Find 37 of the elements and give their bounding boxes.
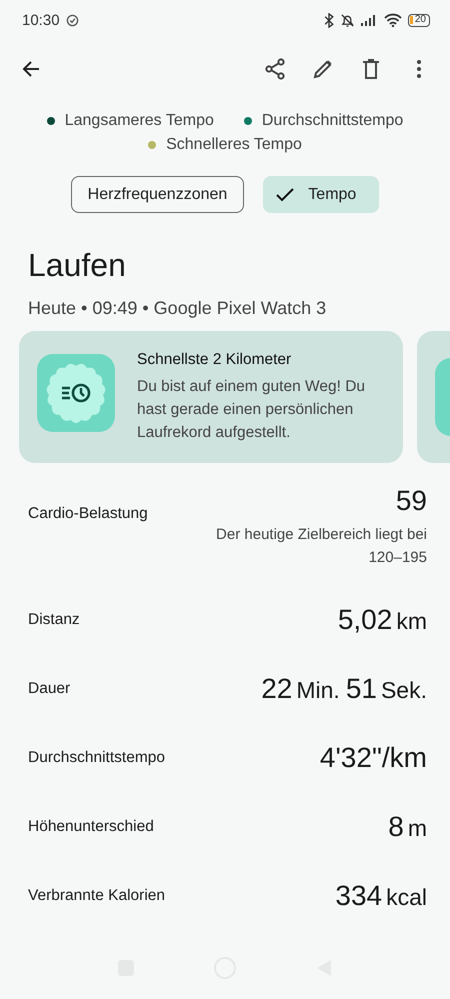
filter-chip[interactable]: Herzfrequenzzonen bbox=[70, 176, 244, 213]
stat-label: Höhenunterschied bbox=[28, 818, 154, 836]
activity-subtitle: Heute • 09:49 • Google Pixel Watch 3 bbox=[28, 298, 328, 319]
stat-note: Der heutige Zielbereich liegt bei 120–195 bbox=[215, 525, 427, 568]
stat-label: Cardio-Belastung bbox=[28, 505, 148, 523]
stat-value: 5,02 km bbox=[338, 604, 427, 636]
more-vertical-icon bbox=[416, 59, 422, 79]
stat-label: Distanz bbox=[28, 610, 80, 628]
stat-label: Verbrannte Kalorien bbox=[28, 886, 166, 904]
stat-value: 8 m bbox=[388, 810, 427, 842]
share-icon bbox=[264, 58, 286, 80]
stat-value: 59 bbox=[396, 485, 427, 517]
legend-label: Langsameres Tempo bbox=[64, 112, 214, 130]
stat-label: Durchschnittstempo bbox=[28, 748, 165, 766]
signal-icon bbox=[360, 14, 378, 26]
achievement-text: Du bist auf einem guten Weg! Du hast gerade einen persönlichen Laufrekord aufgestellt. bbox=[137, 376, 366, 442]
stat-value: 22 Min. 51 Sek. bbox=[261, 672, 427, 704]
legend-label: Durchschnittstempo bbox=[262, 112, 404, 130]
battery-indicator: 20 bbox=[408, 14, 430, 26]
filter-chip[interactable]: Tempo bbox=[263, 176, 380, 213]
stat-value: 334 kcal bbox=[335, 880, 427, 912]
checkmark-icon bbox=[276, 188, 294, 202]
stat-label: Dauer bbox=[28, 680, 70, 698]
achievement-card[interactable]: Schnellste 2 Kilometer Du bist auf einem guten Weg! Du hast gerade einen persönlichen Laufrekord aufgestellt. bbox=[19, 331, 403, 463]
trash-icon bbox=[361, 58, 381, 80]
achievement-title: Schnellste 2 Kilometer bbox=[137, 350, 292, 368]
pencil-icon bbox=[312, 58, 334, 80]
status-time: 10:30 bbox=[22, 12, 60, 28]
bluetooth-icon bbox=[324, 12, 334, 28]
stopwatch-badge-icon bbox=[37, 354, 115, 432]
activity-title: Laufen bbox=[28, 247, 127, 284]
muted-bell-icon bbox=[340, 12, 355, 28]
legend-label: Schnelleres Tempo bbox=[166, 136, 302, 154]
stat-value: 4'32"/km bbox=[320, 742, 427, 774]
check-circle-icon bbox=[66, 14, 79, 26]
back-arrow-icon bbox=[21, 59, 41, 79]
wifi-icon bbox=[384, 13, 402, 27]
